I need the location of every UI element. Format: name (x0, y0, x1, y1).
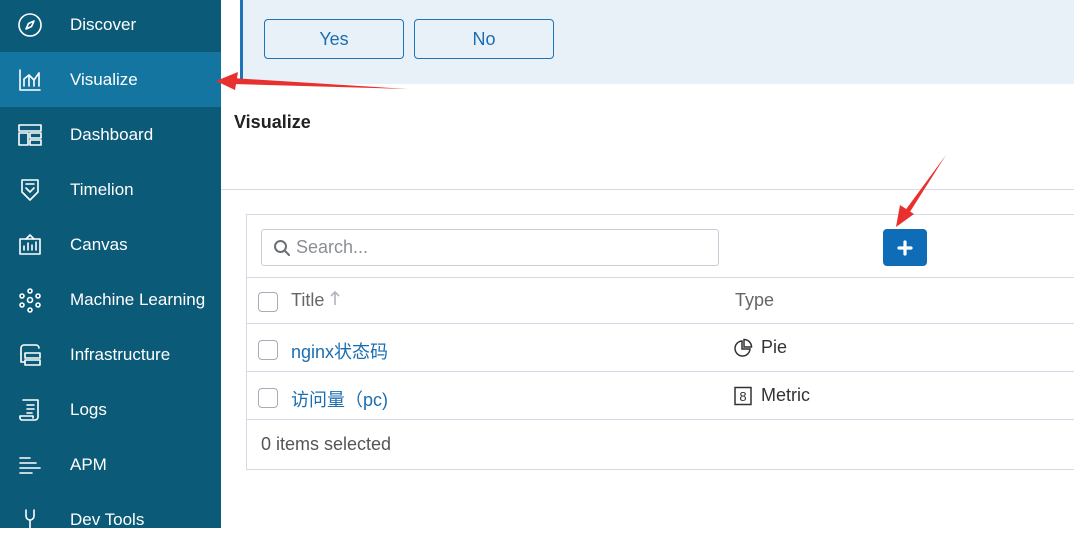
type-label: Metric (761, 385, 810, 405)
sidebar-item-visualize[interactable]: Visualize (0, 52, 221, 107)
compass-icon (17, 12, 43, 38)
sidebar-item-timelion[interactable]: Timelion (0, 162, 221, 217)
select-all-checkbox[interactable] (258, 292, 278, 312)
page-title: Visualize (234, 112, 311, 132)
row-divider (247, 371, 1074, 372)
divider (221, 189, 1074, 190)
sidebar-item-label: Timelion (70, 179, 134, 199)
visualization-link[interactable]: 访问量（pc) (291, 386, 388, 412)
search-input[interactable] (296, 230, 711, 265)
chart-icon (17, 67, 43, 93)
logs-icon (17, 397, 43, 423)
sidebar-item-label: Logs (70, 399, 107, 419)
infrastructure-icon (17, 342, 43, 368)
row-checkbox[interactable] (258, 388, 278, 408)
confirm-panel: Yes No (240, 0, 1074, 84)
sidebar-item-label: Dev Tools (70, 509, 145, 529)
sidebar-item-label: Dashboard (70, 124, 154, 144)
column-header-type: Type (735, 290, 775, 310)
sidebar-item-label: Canvas (70, 234, 128, 254)
plus-icon (897, 239, 913, 256)
sidebar-item-logs[interactable]: Logs (0, 382, 221, 437)
pie-chart-icon (734, 338, 753, 357)
create-visualization-button[interactable] (883, 229, 927, 266)
row-divider (247, 277, 1074, 278)
sidebar-item-label: Discover (70, 14, 137, 34)
no-button[interactable]: No (414, 19, 554, 59)
sidebar-item-label: Visualize (70, 69, 138, 89)
row-checkbox[interactable] (258, 340, 278, 360)
sidebar-item-dashboard[interactable]: Dashboard (0, 107, 221, 162)
sidebar-item-apm[interactable]: APM (0, 437, 221, 492)
sidebar-item-label: Infrastructure (70, 344, 171, 364)
timelion-icon (17, 177, 43, 203)
yes-button[interactable]: Yes (264, 19, 404, 59)
svg-text:8: 8 (739, 389, 746, 404)
row-divider (247, 419, 1074, 420)
sidebar-item-discover[interactable]: Discover (0, 0, 221, 52)
wrench-icon (17, 507, 43, 533)
canvas-icon (17, 232, 43, 258)
metric-icon: 8 (734, 386, 752, 405)
sidebar-item-canvas[interactable]: Canvas (0, 217, 221, 272)
selection-count: 0 items selected (261, 434, 392, 454)
search-icon (274, 240, 290, 256)
visualizations-table-panel: Title Type nginx状态码 Pie 访问量（pc) 8 Metric… (246, 214, 1074, 470)
sidebar-item-label: APM (70, 454, 107, 474)
sidebar-item-label: Machine Learning (70, 289, 206, 309)
type-cell: Pie (733, 337, 787, 358)
sort-ascending-icon[interactable] (329, 289, 341, 307)
visualization-link[interactable]: nginx状态码 (291, 338, 388, 364)
column-header-title[interactable]: Title (291, 290, 324, 311)
type-label: Pie (761, 337, 788, 357)
machine-learning-icon (17, 287, 43, 313)
sidebar-item-infrastructure[interactable]: Infrastructure (0, 327, 221, 382)
apm-icon (17, 452, 43, 478)
row-divider (247, 323, 1074, 324)
type-cell: 8 Metric (733, 385, 810, 406)
sidebar-item-machine-learning[interactable]: Machine Learning (0, 272, 221, 327)
sidebar: Discover Visualize Dashboard Timelion Ca… (0, 0, 221, 533)
sidebar-item-dev-tools[interactable]: Dev Tools (0, 492, 221, 547)
dashboard-icon (17, 122, 43, 148)
search-box (261, 229, 719, 266)
